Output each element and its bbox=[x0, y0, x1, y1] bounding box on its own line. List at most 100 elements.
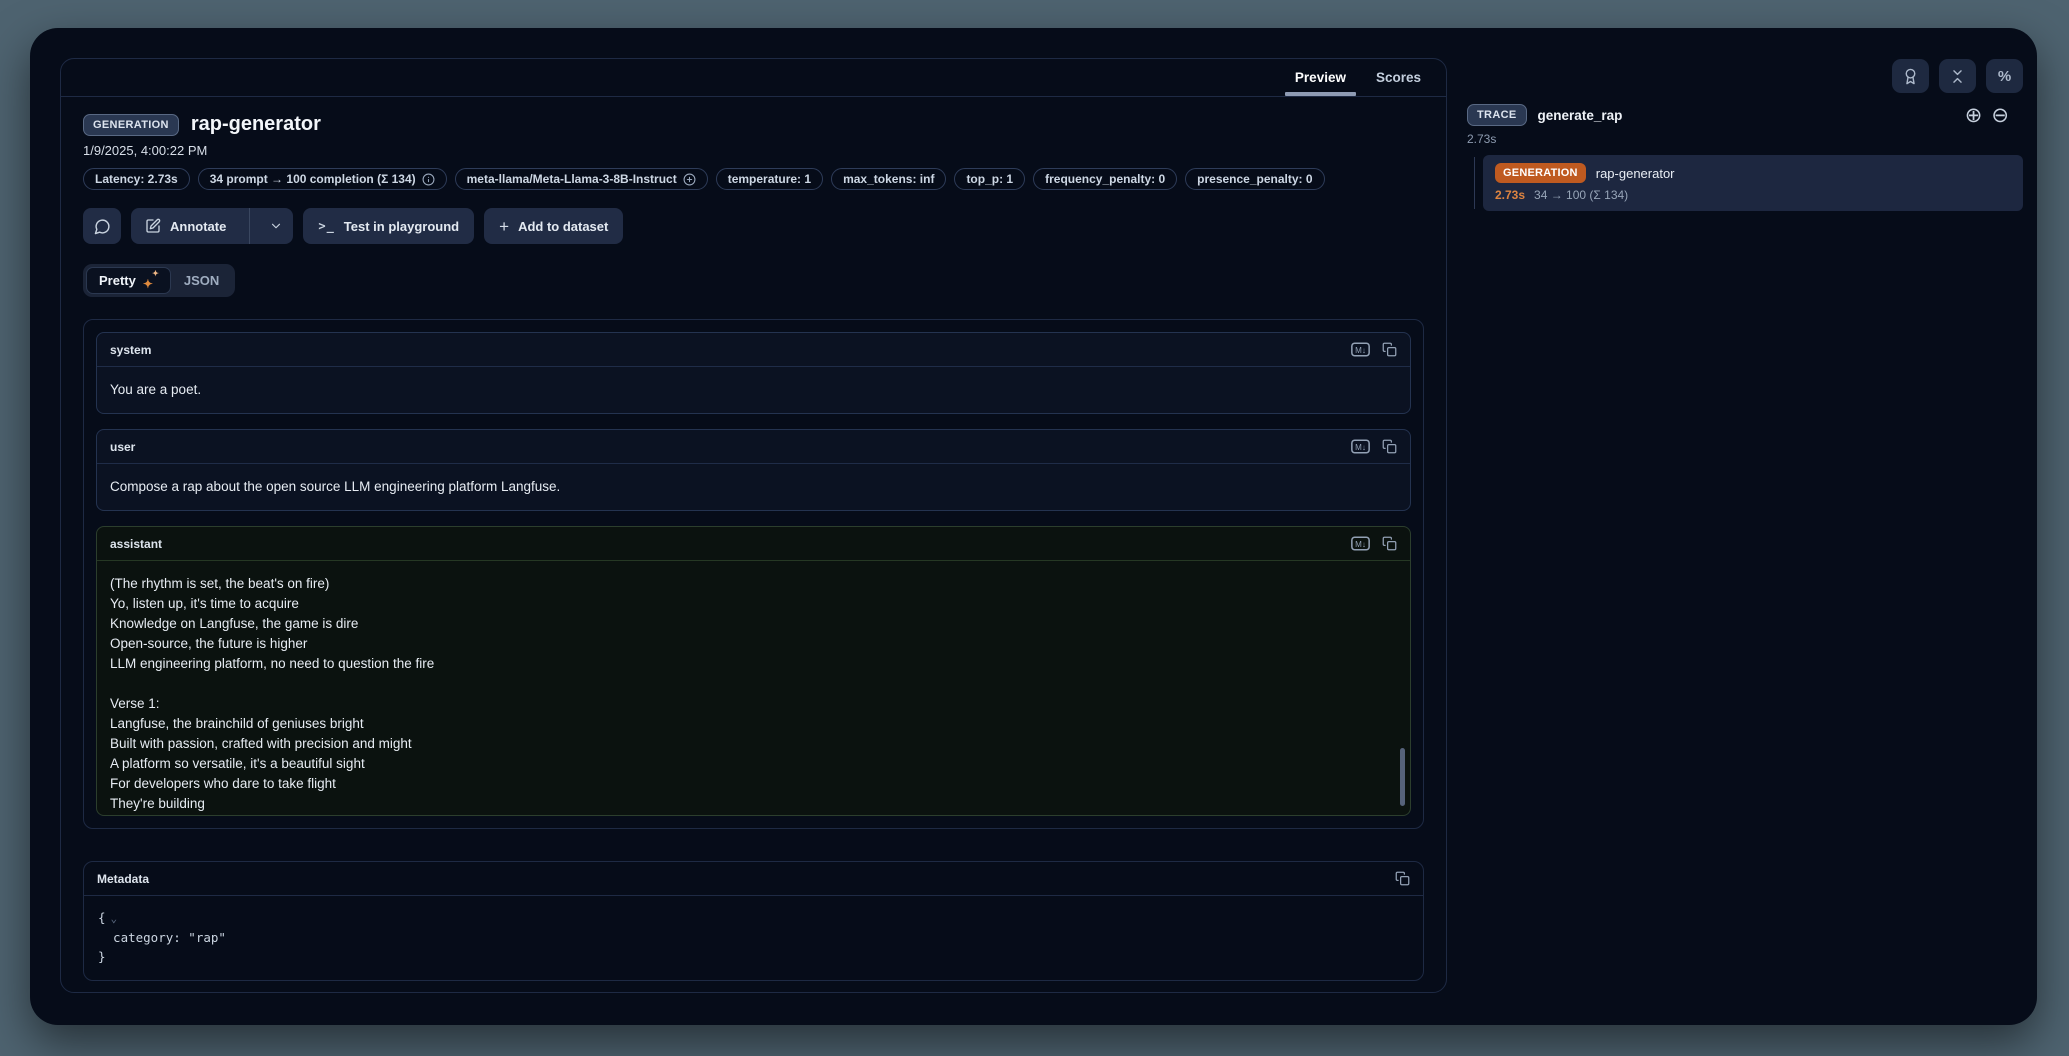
timestamp: 1/9/2025, 4:00:22 PM bbox=[83, 143, 1424, 158]
markdown-glyph: M↓ bbox=[1355, 443, 1366, 452]
collapse-all-button[interactable] bbox=[1939, 59, 1976, 93]
active-tab-indicator bbox=[1285, 92, 1356, 96]
markdown-glyph: M↓ bbox=[1355, 540, 1366, 549]
view-toggle: Pretty ✦ ✦ JSON bbox=[83, 264, 235, 297]
edit-pen-icon bbox=[145, 218, 161, 234]
json-label: JSON bbox=[184, 273, 219, 288]
tab-scores-label: Scores bbox=[1376, 70, 1421, 85]
system-message-content: You are a poet. bbox=[97, 367, 1410, 413]
user-message: user M↓ Compose a rap about the open sou… bbox=[96, 429, 1411, 511]
user-message-content: Compose a rap about the open source LLM … bbox=[97, 464, 1410, 510]
info-icon[interactable] bbox=[422, 173, 435, 186]
metadata-card: Metadata {⌄ category: "rap"} bbox=[83, 861, 1424, 981]
add-to-dataset-button[interactable]: + Add to dataset bbox=[484, 208, 623, 244]
temperature-pill-label: temperature: 1 bbox=[728, 172, 811, 186]
token-usage-pill-label: 34 prompt → 100 completion (Σ 134) bbox=[210, 172, 416, 186]
trace-name: generate_rap bbox=[1538, 108, 1954, 123]
annotate-button-main[interactable]: Annotate bbox=[131, 208, 240, 244]
temperature-pill: temperature: 1 bbox=[716, 168, 823, 190]
system-message-header: system M↓ bbox=[97, 333, 1410, 367]
tree-indent-line bbox=[1474, 157, 1475, 209]
annotate-label: Annotate bbox=[170, 219, 226, 234]
json-line-close: } bbox=[98, 947, 1409, 966]
copy-icon[interactable] bbox=[1382, 342, 1397, 357]
frequency-penalty-pill: frequency_penalty: 0 bbox=[1033, 168, 1177, 190]
show-percentages-button[interactable]: % bbox=[1986, 59, 2023, 93]
copy-icon[interactable] bbox=[1382, 439, 1397, 454]
token-usage-pill: 34 prompt → 100 completion (Σ 134) bbox=[198, 168, 447, 190]
user-role-label: user bbox=[110, 440, 1339, 454]
system-role-label: system bbox=[110, 343, 1339, 357]
presence-penalty-pill-label: presence_penalty: 0 bbox=[1197, 172, 1312, 186]
plus-circle-icon[interactable] bbox=[683, 173, 696, 186]
trace-duration: 2.73s bbox=[1467, 132, 2023, 146]
model-pill-label: meta-llama/Meta-Llama-3-8B-Instruct bbox=[467, 172, 677, 186]
action-bar: Annotate >_ Test in playground + Add to … bbox=[83, 208, 1424, 244]
attribute-pills: Latency: 2.73s 34 prompt → 100 completio… bbox=[83, 168, 1424, 190]
scrollbar-thumb[interactable] bbox=[1400, 748, 1405, 806]
metadata-title: Metadata bbox=[97, 872, 1383, 886]
markdown-toggle-icon[interactable]: M↓ bbox=[1351, 439, 1370, 454]
markdown-glyph: M↓ bbox=[1355, 346, 1366, 355]
trace-type-badge: TRACE bbox=[1467, 104, 1527, 126]
chevron-down-icon bbox=[269, 219, 283, 233]
tab-scores[interactable]: Scores bbox=[1361, 59, 1436, 96]
expand-all-icon[interactable]: ⊕ bbox=[1965, 105, 1983, 126]
chevrons-collapse-icon bbox=[1949, 68, 1966, 85]
collapse-tree-icon[interactable]: ⊖ bbox=[1991, 105, 2009, 126]
copy-icon[interactable] bbox=[1382, 536, 1397, 551]
latency-pill: Latency: 2.73s bbox=[83, 168, 190, 190]
plus-icon: + bbox=[499, 218, 509, 235]
frequency-penalty-pill-label: frequency_penalty: 0 bbox=[1045, 172, 1165, 186]
user-message-header: user M↓ bbox=[97, 430, 1410, 464]
percent-icon: % bbox=[1998, 68, 2011, 85]
comment-bubble-icon bbox=[94, 218, 111, 235]
view-toggle-pretty[interactable]: Pretty ✦ ✦ bbox=[86, 267, 171, 294]
trace-root-node[interactable]: TRACE generate_rap ⊕ ⊖ bbox=[1467, 104, 2023, 126]
system-message: system M↓ You are a poet. bbox=[96, 332, 1411, 414]
assistant-role-label: assistant bbox=[110, 537, 1339, 551]
tab-preview[interactable]: Preview bbox=[1280, 59, 1361, 96]
top-p-pill-label: top_p: 1 bbox=[966, 172, 1013, 186]
presence-penalty-pill: presence_penalty: 0 bbox=[1185, 168, 1324, 190]
max-tokens-pill: max_tokens: inf bbox=[831, 168, 946, 190]
page-title: rap-generator bbox=[191, 113, 321, 136]
collapse-caret-icon[interactable]: ⌄ bbox=[111, 912, 118, 925]
panel-content: GENERATION rap-generator 1/9/2025, 4:00:… bbox=[61, 97, 1446, 981]
assistant-message: assistant M↓ (The rhythm is set, the bea… bbox=[96, 526, 1411, 816]
markdown-toggle-icon[interactable]: M↓ bbox=[1351, 342, 1370, 357]
pretty-label: Pretty bbox=[99, 273, 136, 288]
observation-node-stats-row: 2.73s 34 → 100 (Σ 134) bbox=[1495, 188, 2011, 202]
observation-node-title-row: GENERATION rap-generator bbox=[1495, 163, 2011, 183]
annotation-queue-button[interactable] bbox=[1892, 59, 1929, 93]
sparkle-large: ✦ bbox=[143, 277, 153, 291]
annotate-button[interactable]: Annotate bbox=[131, 208, 293, 244]
observation-node-selected[interactable]: GENERATION rap-generator 2.73s 34 → 100 … bbox=[1483, 155, 2023, 211]
app-window: Preview Scores GENERATION rap-generator … bbox=[30, 28, 2037, 1025]
test-in-playground-button[interactable]: >_ Test in playground bbox=[303, 208, 474, 244]
award-icon bbox=[1902, 68, 1919, 85]
observation-panel: Preview Scores GENERATION rap-generator … bbox=[60, 58, 1447, 993]
comment-button[interactable] bbox=[83, 208, 121, 244]
messages-card: system M↓ You are a poet. user bbox=[83, 319, 1424, 829]
markdown-toggle-icon[interactable]: M↓ bbox=[1351, 536, 1370, 551]
observation-node-name: rap-generator bbox=[1596, 166, 1675, 181]
tab-bar: Preview Scores bbox=[61, 59, 1446, 97]
max-tokens-pill-label: max_tokens: inf bbox=[843, 172, 934, 186]
latency-pill-label: Latency: 2.73s bbox=[95, 172, 178, 186]
title-row: GENERATION rap-generator bbox=[83, 113, 1424, 136]
model-pill: meta-llama/Meta-Llama-3-8B-Instruct bbox=[455, 168, 708, 190]
copy-icon[interactable] bbox=[1395, 871, 1410, 886]
metadata-header: Metadata bbox=[84, 862, 1423, 896]
observation-duration: 2.73s bbox=[1495, 188, 1525, 202]
sparkle-small: ✦ bbox=[152, 269, 159, 278]
trace-tree: GENERATION rap-generator 2.73s 34 → 100 … bbox=[1467, 155, 2023, 211]
terminal-icon: >_ bbox=[318, 219, 334, 233]
view-toggle-json[interactable]: JSON bbox=[171, 267, 232, 294]
test-in-playground-label: Test in playground bbox=[344, 219, 459, 234]
json-line-open[interactable]: {⌄ bbox=[98, 908, 1409, 928]
add-to-dataset-label: Add to dataset bbox=[518, 219, 608, 234]
annotate-dropdown[interactable] bbox=[259, 208, 293, 244]
split-divider bbox=[249, 208, 250, 244]
json-line-entry: category: "rap" bbox=[98, 928, 1409, 947]
